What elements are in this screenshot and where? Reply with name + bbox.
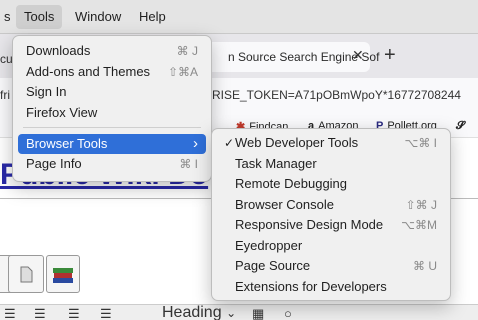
menu-item-label: Browser Console [235, 197, 334, 212]
file-glyph-icon [20, 266, 33, 283]
menu-item-label: Browser Tools [26, 136, 108, 151]
menu-item-downloads[interactable]: Downloads ⌘ J [18, 41, 206, 61]
new-tab-icon[interactable]: + [384, 44, 396, 67]
shortcut-label: ⌘ I [179, 157, 198, 171]
menu-item-label: Firefox View [26, 105, 98, 120]
align-left-icon[interactable]: ☰ [4, 306, 16, 320]
search-icon[interactable]: ○ [284, 306, 292, 320]
browser-tools-submenu: ✓ Web Developer Tools ⌥⌘ I Task Manager … [211, 128, 451, 301]
menubar-item-window[interactable]: Window [67, 5, 129, 29]
align-center-icon[interactable]: ☰ [34, 306, 46, 320]
menu-item-remote-debugging[interactable]: Remote Debugging [217, 174, 445, 194]
menu-item-label: Page Source [235, 258, 311, 273]
shortcut-label: ⇧⌘ J [405, 198, 437, 212]
shortcut-label: ⇧⌘A [167, 65, 198, 79]
close-tab-icon[interactable]: ✕ [352, 47, 364, 64]
menu-item-browser-tools[interactable]: Browser Tools › [18, 134, 206, 154]
menu-item-extensions-for-developers[interactable]: Extensions for Developers [217, 277, 445, 297]
file-icon[interactable] [8, 255, 44, 293]
menu-item-firefox-view[interactable]: Firefox View [18, 103, 206, 123]
menu-item-sign-in[interactable]: Sign In [18, 82, 206, 102]
menu-item-addons[interactable]: Add-ons and Themes ⇧⌘A [18, 62, 206, 82]
menu-item-responsive-design-mode[interactable]: Responsive Design Mode ⌥⌘M [217, 215, 445, 235]
shortcut-label: ⌘ U [413, 259, 437, 273]
menu-item-page-source[interactable]: Page Source ⌘ U [217, 256, 445, 276]
menu-item-label: Sign In [26, 84, 67, 99]
menu-item-label: Page Info [26, 156, 82, 171]
menubar-item-help[interactable]: Help [131, 5, 174, 29]
align-justify-icon[interactable]: ☰ [100, 306, 112, 320]
bookmark-icon: 𝓢 [456, 120, 465, 132]
menu-bar: s Tools Window Help [0, 0, 478, 34]
menu-item-label: Responsive Design Mode [235, 217, 384, 232]
url-fragment: fri [0, 88, 10, 102]
menubar-item-tools[interactable]: Tools [16, 5, 63, 29]
menu-separator [23, 127, 201, 128]
menu-item-web-developer-tools[interactable]: ✓ Web Developer Tools ⌥⌘ I [217, 133, 445, 153]
menu-item-label: Downloads [26, 43, 91, 58]
menu-item-label: Eyedropper [235, 238, 303, 253]
menu-item-label: Web Developer Tools [235, 135, 359, 150]
menu-item-eyedropper[interactable]: Eyedropper [217, 236, 445, 256]
shortcut-label: ⌥⌘M [401, 218, 437, 232]
books-glyph-icon [53, 268, 73, 283]
heading-select-label: Heading [162, 304, 222, 320]
shortcut-label: ⌥⌘ I [404, 136, 438, 150]
menu-item-label: Extensions for Developers [235, 279, 387, 294]
chevron-down-icon: ⌄ [226, 306, 237, 320]
tab-fragment[interactable]: cu [0, 52, 13, 66]
books-icon[interactable] [46, 255, 80, 293]
url-text[interactable]: RISE_TOKEN=A71pOBmWpoY*16772708244 [212, 88, 461, 102]
align-right-icon[interactable]: ☰ [68, 306, 80, 320]
bookmark-s[interactable]: 𝓢 [456, 120, 469, 133]
menu-item-label: Add-ons and Themes [26, 64, 151, 79]
tools-menu: Downloads ⌘ J Add-ons and Themes ⇧⌘A Sig… [12, 35, 212, 182]
table-icon[interactable]: ▦ [252, 306, 264, 320]
menu-item-task-manager[interactable]: Task Manager [217, 154, 445, 174]
menu-item-browser-console[interactable]: Browser Console ⇧⌘ J [217, 195, 445, 215]
heading-select[interactable]: Heading ⌄ [162, 304, 236, 320]
chevron-right-icon: › [193, 135, 198, 152]
checkmark-icon: ✓ [224, 136, 235, 150]
menu-item-label: Task Manager [235, 156, 317, 171]
menu-item-page-info[interactable]: Page Info ⌘ I [18, 154, 206, 174]
menu-item-label: Remote Debugging [235, 176, 348, 191]
shortcut-label: ⌘ J [176, 44, 198, 58]
